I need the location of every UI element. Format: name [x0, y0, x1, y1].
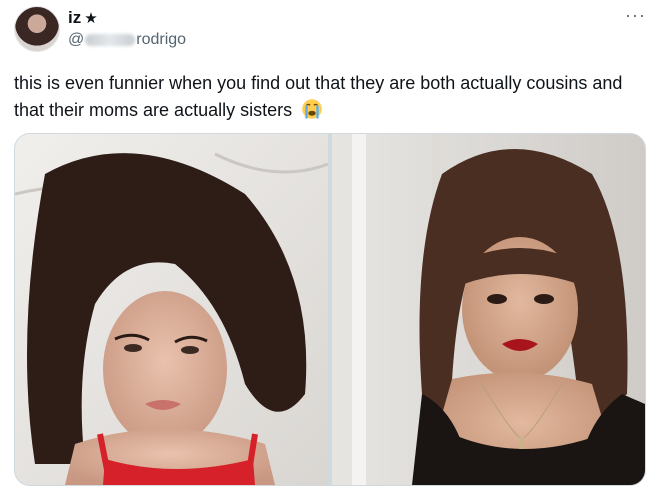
author-display-name[interactable]: iz ★: [68, 8, 98, 29]
photo-right[interactable]: [332, 134, 645, 485]
portrait-photo-icon: [15, 134, 328, 485]
loudly-crying-face-icon: [302, 99, 322, 119]
avatar[interactable]: [14, 6, 60, 52]
media-grid[interactable]: [14, 133, 646, 486]
handle-suffix: rodrigo: [136, 31, 187, 48]
more-options-icon[interactable]: ···: [625, 6, 646, 24]
star-badge-icon: ★: [84, 10, 98, 27]
tweet-card: iz ★ @ rodrigo ··· this is even funnier w…: [0, 0, 660, 490]
portrait-photo-icon: [332, 134, 645, 485]
tweet-text-block: this is even funnier when you find out t…: [14, 70, 646, 124]
redacted-handle-blur: [85, 34, 136, 46]
photo-left[interactable]: [15, 134, 328, 485]
author-handle[interactable]: @ rodrigo: [68, 31, 186, 49]
display-name-text: iz: [68, 8, 82, 27]
handle-prefix: @: [68, 31, 85, 48]
